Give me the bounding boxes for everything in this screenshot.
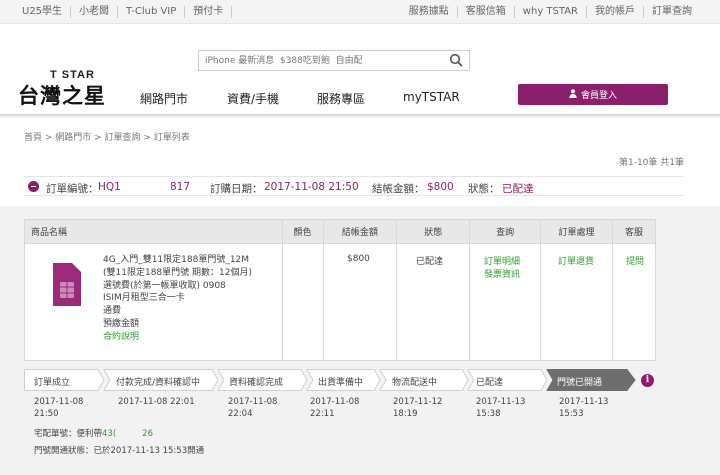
tracking-number-b[interactable]: 26 (142, 429, 153, 439)
info-icon[interactable]: i (641, 374, 654, 387)
product-line: 預繳金額 (103, 318, 140, 329)
step-label: 已配達 (476, 378, 504, 388)
col-order-process: 訂單處理 (540, 219, 613, 244)
step-date: 2017-11-08 22:04 (228, 397, 278, 419)
product-line: 選號費(於第一帳單收取) 0908 (103, 280, 226, 291)
search-input[interactable] (199, 51, 439, 70)
breadcrumb[interactable]: 首頁 > 網路門市 > 訂單查詢 > 訂單列表 (24, 130, 190, 143)
pagination-info: 第1-10筆 共1筆 (618, 158, 684, 168)
step-label: 訂單成立 (34, 378, 71, 388)
link-service-mail[interactable]: 客服信箱 (458, 6, 515, 18)
order-status: 已配達 (502, 183, 534, 195)
order-no-label: 訂單編號： (46, 183, 99, 195)
activation-status: 門號開通狀態：已於2017-11-13 15:53開通 (34, 446, 205, 456)
order-amount: $800 (427, 181, 454, 193)
step-date: 2017-11-12 18:19 (393, 397, 443, 419)
order-detail-link[interactable]: 訂單明細 (484, 254, 520, 267)
link-prepaid[interactable]: 預付卡 (185, 6, 233, 18)
header-divider (0, 114, 720, 118)
order-no-prefix: HQ1 (98, 181, 121, 193)
nav-service-zone[interactable]: 服務專區 (317, 90, 365, 107)
logo-taiwan-star[interactable]: 台灣之星 (18, 80, 106, 110)
top-right-links: 服務據點 客服信箱 why TSTAR 我的帳戶 訂單查詢 (401, 6, 692, 18)
delivery-label: 宅配單號：便利帶 (34, 429, 103, 439)
order-date-label: 訂購日期： (210, 183, 263, 195)
order-summary-row[interactable]: 訂單編號： HQ1 817 訂購日期： 2017-11-08 21:50 結帳金… (24, 176, 684, 196)
order-return-link[interactable]: 訂單退貨 (558, 254, 594, 267)
link-u25[interactable]: U25學生 (22, 6, 72, 18)
ask-question-link[interactable]: 提問 (626, 254, 644, 267)
step-label: 出貨準備中 (318, 378, 364, 388)
step-date: 2017-11-13 15:53 (559, 397, 609, 419)
col-product-name: 商品名稱 (24, 219, 283, 244)
link-small-business[interactable]: 小老闆 (71, 6, 119, 18)
order-no-suffix: 817 (170, 181, 191, 193)
step-label: 付款完成/資料確認中 (116, 378, 201, 388)
sim-card-icon (52, 262, 82, 307)
contract-link[interactable]: 合約說明 (103, 331, 263, 344)
cell-color (281, 243, 324, 361)
order-amount-label: 結帳金額： (372, 183, 425, 195)
delivery-tracking: 宅配單號：便利帶43( 26 (34, 427, 153, 439)
step-label: 資料確認完成 (229, 378, 284, 388)
col-query: 查詢 (469, 219, 542, 244)
step-date: 2017-11-08 21:50 (34, 397, 84, 419)
step-label: 物流配送中 (392, 378, 438, 388)
link-order-query[interactable]: 訂單查詢 (644, 6, 692, 18)
invoice-info-link[interactable]: 發票資訊 (484, 267, 520, 280)
member-login-label: 會員登入 (580, 91, 617, 101)
nav-online-store[interactable]: 網路門市 (140, 90, 188, 107)
top-left-links: U25學生 小老闆 T-Club VIP 預付卡 (22, 6, 233, 18)
nav-mytstar[interactable]: myTSTAR (403, 90, 460, 104)
link-tclub-vip[interactable]: T-Club VIP (118, 6, 186, 18)
nav-plans-phones[interactable]: 資費/手機 (227, 90, 279, 107)
col-status: 狀態 (396, 219, 471, 244)
table-header-row: 商品名稱 顏色 結帳金額 狀態 查詢 訂單處理 客服 (24, 219, 656, 244)
step-date: 2017-11-08 22:01 (118, 397, 195, 407)
search-icon[interactable] (449, 53, 463, 70)
link-why-tstar[interactable]: why TSTAR (515, 6, 587, 18)
col-amount: 結帳金額 (322, 219, 398, 244)
product-line: 4G_入門_雙11限定188單門號_12M (103, 255, 250, 265)
item-amount: $800 (347, 254, 370, 264)
top-utility-bar: U25學生 小老闆 T-Club VIP 預付卡 服務據點 客服信箱 why T… (0, 0, 720, 24)
col-color: 顏色 (281, 219, 324, 244)
product-line: (雙11限定188單門號 期數：12個月) (103, 267, 252, 278)
link-service-points[interactable]: 服務據點 (401, 6, 458, 18)
order-date: 2017-11-08 21:50 (264, 181, 359, 193)
collapse-icon[interactable] (28, 181, 39, 192)
step-label-current: 門號已開通 (557, 378, 603, 388)
search-box (198, 50, 470, 71)
tracking-number-a[interactable]: 43( (102, 429, 116, 439)
product-line: ISIM月租型三合一卡 (103, 293, 185, 304)
step-date: 2017-11-08 22:11 (310, 397, 360, 419)
item-status: 已配達 (416, 257, 444, 267)
user-icon (569, 88, 577, 101)
member-login-button[interactable]: 會員登入 (518, 84, 668, 105)
product-line: 通費 (103, 306, 122, 317)
col-service: 客服 (612, 219, 656, 244)
order-status-label: 狀態： (468, 183, 500, 195)
step-date: 2017-11-13 15:38 (476, 397, 526, 419)
link-my-account[interactable]: 我的帳戶 (587, 6, 644, 18)
product-details: 4G_入門_雙11限定188單門號_12M (雙11限定188單門號 期數：12… (103, 254, 263, 344)
